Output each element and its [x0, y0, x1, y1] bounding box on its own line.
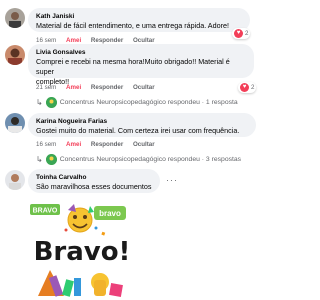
comment-time[interactable]: 21 sem	[36, 84, 56, 91]
avatar[interactable]	[5, 170, 25, 190]
avatar[interactable]	[5, 113, 25, 133]
hide-button[interactable]: Ocultar	[133, 37, 155, 44]
comment-bubble: Kath Janiski Material de fácil entendime…	[28, 8, 250, 32]
comment-actions: 16 sem Amei Responder Ocultar	[36, 37, 163, 44]
hide-button[interactable]: Ocultar	[133, 84, 155, 91]
more-options-icon[interactable]: ···	[166, 175, 178, 185]
replies-text[interactable]: Concentrus Neuropsicopedagógico responde…	[60, 99, 238, 106]
heart-reaction-icon: ♥	[234, 29, 243, 38]
reply-arrow-icon: ↳	[36, 155, 43, 164]
sticker-tag-right-text: bravo	[99, 209, 121, 218]
comment-author[interactable]: Toinha Carvalho	[36, 173, 152, 182]
comment-text: Gostei muito do material. Com certeza ir…	[36, 126, 240, 135]
reply-arrow-icon: ↳	[36, 98, 43, 107]
comment-actions: 21 sem Amei Responder Ocultar	[36, 84, 163, 91]
avatar[interactable]	[5, 8, 25, 28]
love-button[interactable]: Amei	[66, 37, 81, 44]
love-button[interactable]: Amei	[66, 84, 81, 91]
page-avatar	[45, 154, 57, 165]
comment-text: Material de fácil entendimento, e uma en…	[36, 21, 229, 30]
reply-button[interactable]: Responder	[91, 84, 123, 91]
sticker-main-word: Bravo!	[34, 237, 131, 267]
reply-button[interactable]: Responder	[91, 37, 123, 44]
comment-text-line1: Comprei e recebi na mesma hora!Muito obr…	[36, 57, 230, 76]
comment-bubble: Karina Nogueira Farias Gostei muito do m…	[28, 113, 256, 137]
comment-bubble: Livia Gonsalves Comprei e recebi na mesm…	[28, 44, 254, 86]
comment-author[interactable]: Kath Janiski	[36, 12, 242, 21]
view-replies-link[interactable]: ↳ Concentrus Neuropsicopedagógico respon…	[36, 154, 241, 165]
comment-text: São maravilhosa esses documentos	[36, 182, 152, 191]
reaction-badge[interactable]: ♥ 2	[238, 82, 257, 93]
comment-actions: 16 sem Amei Responder Ocultar	[36, 141, 163, 148]
avatar[interactable]	[5, 45, 25, 65]
comment-bubble: Toinha Carvalho São maravilhosa esses do…	[28, 169, 160, 193]
hide-button[interactable]: Ocultar	[133, 141, 155, 148]
sticker-tag-left-text: BRAVO	[33, 208, 58, 215]
reaction-count: 2	[251, 84, 255, 91]
page-avatar	[45, 97, 57, 108]
heart-reaction-icon: ♥	[240, 83, 249, 92]
comment-time[interactable]: 16 sem	[36, 141, 56, 148]
comment-author[interactable]: Karina Nogueira Farias	[36, 117, 248, 126]
view-replies-link[interactable]: ↳ Concentrus Neuropsicopedagógico respon…	[36, 97, 238, 108]
reply-button[interactable]: Responder	[91, 141, 123, 148]
bravo-sticker[interactable]: BRAVO bravo Bravo!	[30, 198, 134, 298]
reaction-badge[interactable]: ♥ 2	[232, 28, 251, 39]
comment-time[interactable]: 16 sem	[36, 37, 56, 44]
reaction-count: 2	[245, 30, 249, 37]
love-button[interactable]: Amei	[66, 141, 81, 148]
replies-text[interactable]: Concentrus Neuropsicopedagógico responde…	[60, 156, 241, 163]
comment-author[interactable]: Livia Gonsalves	[36, 48, 246, 57]
